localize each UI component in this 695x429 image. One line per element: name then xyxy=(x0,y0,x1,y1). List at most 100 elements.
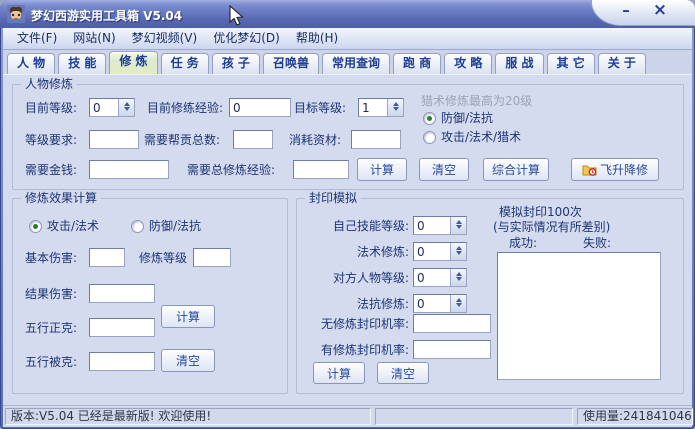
radio-attack-magic-hunt[interactable]: 攻击/法术/猎术 xyxy=(423,130,521,144)
opponent-level-value: 0 xyxy=(417,271,425,285)
result-damage-input[interactable] xyxy=(89,284,155,303)
radio-effect-attack[interactable]: 攻击/法术 xyxy=(29,219,99,233)
title-bar[interactable]: 梦幻西游实用工具箱 V5.04 – × xyxy=(0,0,695,28)
menu-item-help[interactable]: 帮助(H) xyxy=(288,28,346,49)
wuxing-strong-input[interactable] xyxy=(89,318,155,337)
no-cult-rate-input[interactable] xyxy=(413,314,491,333)
self-skill-value: 0 xyxy=(417,219,425,233)
window-controls: – × xyxy=(591,0,695,26)
success-label: 成功: xyxy=(509,236,538,250)
base-damage-label: 基本伤害: xyxy=(25,251,78,265)
spinner-updown-icon[interactable] xyxy=(450,269,466,286)
group-effect-calc: 修炼效果计算 攻击/法术 防御/法抗 基本伤害: 修炼等级 结果伤害: 五行正克… xyxy=(12,191,288,394)
group-effect-calc-title: 修炼效果计算 xyxy=(21,191,102,205)
spinner-updown-icon[interactable] xyxy=(450,295,466,312)
tab-quest[interactable]: 任 务 xyxy=(160,53,209,74)
app-window: 梦幻西游实用工具箱 V5.04 – × 文件(F) 网站(N) 梦幻视频(V) … xyxy=(0,0,695,429)
level-req-input[interactable] xyxy=(89,130,139,149)
tab-server-war[interactable]: 服 战 xyxy=(495,53,544,74)
tab-about[interactable]: 关 于 xyxy=(597,53,646,74)
folder-refresh-icon xyxy=(582,165,597,176)
ascend-reduce-label: 飞升降修 xyxy=(599,163,648,177)
resist-cultivation-value: 0 xyxy=(417,297,425,311)
sim-note: (与实际情况有所差别) xyxy=(493,220,611,234)
radio-effect-defense[interactable]: 防御/法抗 xyxy=(131,219,201,233)
result-damage-label: 结果伤害: xyxy=(25,287,78,301)
wuxing-weak-label: 五行被克: xyxy=(25,355,78,369)
opponent-level-label: 对方人物等级: xyxy=(332,271,409,285)
money-input[interactable] xyxy=(89,160,169,179)
tab-child[interactable]: 孩 子 xyxy=(211,53,260,74)
effect-calc-button[interactable]: 计算 xyxy=(161,305,215,328)
cultivation-calc-button[interactable]: 计算 xyxy=(357,158,407,181)
with-cult-rate-input[interactable] xyxy=(413,340,491,359)
window-title: 梦幻西游实用工具箱 V5.04 xyxy=(31,9,183,23)
mouse-cursor xyxy=(229,5,244,26)
minimize-button[interactable]: – xyxy=(614,1,638,21)
radio-defense-resist[interactable]: 防御/法抗 xyxy=(423,111,493,125)
wuxing-strong-label: 五行正克: xyxy=(25,321,78,335)
combo-calc-button[interactable]: 综合计算 xyxy=(483,158,549,181)
simulation-result-listbox[interactable] xyxy=(497,252,661,380)
cultivation-clear-button[interactable]: 清空 xyxy=(419,158,469,181)
seal-calc-button[interactable]: 计算 xyxy=(313,362,365,384)
radio-effect-defense-label: 防御/法抗 xyxy=(149,219,202,233)
version-text: 版本:V5.04 已经是最新版! 欢迎使用! xyxy=(11,409,212,423)
ascend-reduce-button[interactable]: 飞升降修 xyxy=(571,158,659,181)
tab-strategy[interactable]: 攻 略 xyxy=(444,53,493,74)
group-seal-simulation-title: 封印模拟 xyxy=(305,191,362,205)
spinner-updown-icon[interactable] xyxy=(118,99,134,116)
window-frame: 梦幻西游实用工具箱 V5.04 – × 文件(F) 网站(N) 梦幻视频(V) … xyxy=(0,0,695,429)
seal-clear-button[interactable]: 清空 xyxy=(377,362,429,384)
menu-item-optimize[interactable]: 优化梦幻(D) xyxy=(205,28,288,49)
base-damage-input[interactable] xyxy=(89,248,125,267)
menu-bar: 文件(F) 网站(N) 梦幻视频(V) 优化梦幻(D) 帮助(H) xyxy=(3,28,692,50)
radio-attack-magic-hunt-icon xyxy=(423,130,436,144)
with-cult-rate-label: 有修炼封印机率: xyxy=(320,343,409,357)
tab-character[interactable]: 人 物 xyxy=(7,53,56,74)
self-skill-label: 自己技能等级: xyxy=(332,219,409,233)
spinner-updown-icon[interactable] xyxy=(450,243,466,260)
resist-cultivation-spinner[interactable]: 0 xyxy=(413,294,467,313)
usage-text: 使用量:241841046 xyxy=(583,409,692,423)
cultivation-level-label: 修炼等级 xyxy=(139,251,188,265)
current-level-label: 目前等级: xyxy=(25,101,78,115)
radio-effect-attack-icon xyxy=(29,219,42,233)
tab-common-query[interactable]: 常用查询 xyxy=(321,53,390,74)
tab-strip: 人 物 技 能 修 炼 任 务 孩 子 召唤兽 常用查询 跑 商 攻 略 服 战… xyxy=(3,50,692,74)
tab-trade[interactable]: 跑 商 xyxy=(392,53,442,74)
tab-skill[interactable]: 技 能 xyxy=(58,53,107,74)
resist-cultivation-label: 法抗修炼: xyxy=(356,297,409,311)
menu-item-file[interactable]: 文件(F) xyxy=(9,28,65,49)
total-exp-label: 需要总修炼经验: xyxy=(187,163,276,177)
status-bar: 版本:V5.04 已经是最新版! 欢迎使用! 使用量:241841046 xyxy=(3,405,693,427)
group-character-cultivation: 人物修炼 目前等级: 0 目前修练经验: 目标等级: 1 猎术修炼最高为20级 … xyxy=(12,77,684,190)
radio-effect-attack-label: 攻击/法术 xyxy=(47,219,100,233)
total-exp-input[interactable] xyxy=(293,160,349,179)
opponent-level-spinner[interactable]: 0 xyxy=(413,268,467,287)
cultivation-level-input[interactable] xyxy=(193,248,231,267)
status-usage-panel: 使用量:241841046 xyxy=(577,408,693,425)
tab-cultivation[interactable]: 修 炼 xyxy=(109,51,158,74)
gang-points-input[interactable] xyxy=(233,130,273,149)
menu-item-website[interactable]: 网站(N) xyxy=(65,28,123,49)
menu-item-video[interactable]: 梦幻视频(V) xyxy=(124,28,206,49)
spinner-updown-icon[interactable] xyxy=(387,99,403,116)
close-button[interactable]: × xyxy=(648,1,672,21)
material-input[interactable] xyxy=(351,130,401,149)
target-level-value: 1 xyxy=(362,101,370,115)
group-seal-simulation: 封印模拟 自己技能等级: 0 法术修炼: 0 对方人物等级: 0 法抗修炼: 0… xyxy=(296,191,684,394)
target-level-spinner[interactable]: 1 xyxy=(358,98,404,117)
magic-cultivation-label: 法术修炼: xyxy=(356,245,409,259)
target-level-label: 目标等级: xyxy=(294,101,347,115)
self-skill-spinner[interactable]: 0 xyxy=(413,216,467,235)
tab-pet[interactable]: 召唤兽 xyxy=(262,53,319,74)
wuxing-weak-input[interactable] xyxy=(89,352,155,371)
spinner-updown-icon[interactable] xyxy=(450,217,466,234)
current-level-spinner[interactable]: 0 xyxy=(89,98,135,117)
effect-clear-button[interactable]: 清空 xyxy=(161,349,215,372)
magic-cultivation-spinner[interactable]: 0 xyxy=(413,242,467,261)
tab-other[interactable]: 其 它 xyxy=(546,53,595,74)
current-exp-input[interactable] xyxy=(229,98,291,117)
app-icon xyxy=(7,5,25,23)
